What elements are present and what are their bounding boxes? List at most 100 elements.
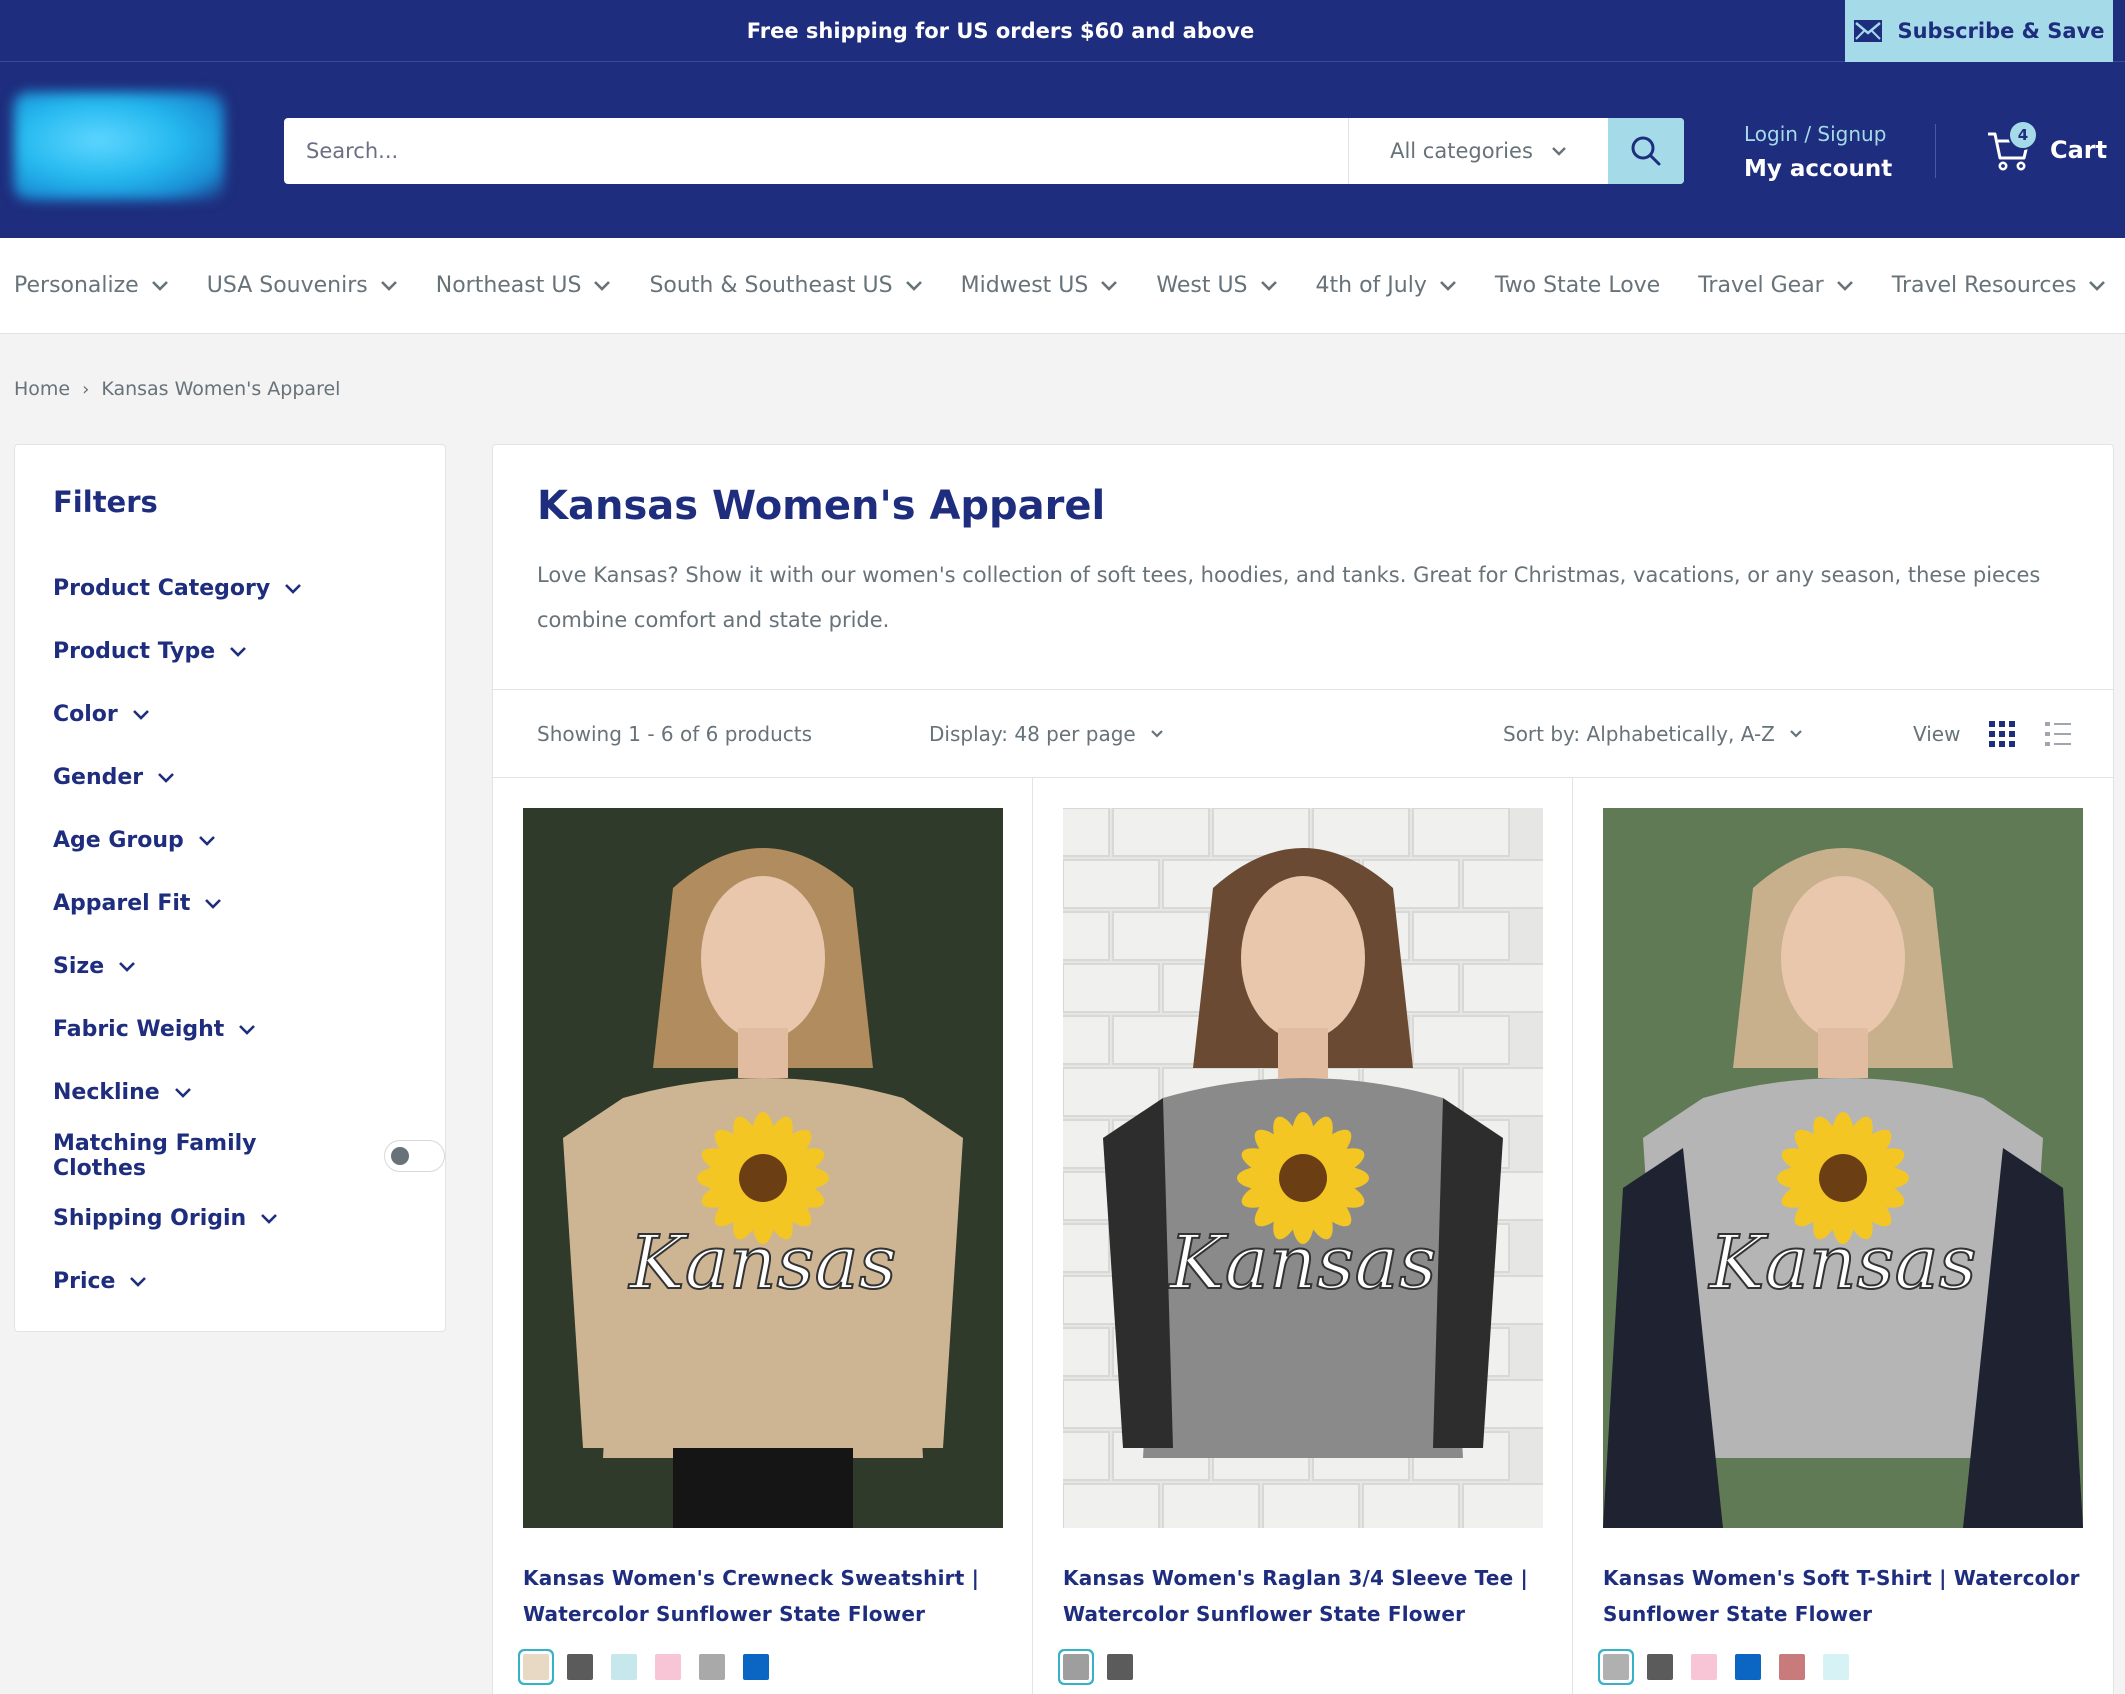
- filter-shipping-origin[interactable]: Shipping Origin: [53, 1187, 445, 1250]
- filter-list: Product Category Product Type Color Gender A…: [53, 557, 445, 1313]
- color-swatch[interactable]: [1735, 1654, 1761, 1680]
- filter-label: Neckline: [53, 1080, 160, 1105]
- announcement-bar: Free shipping for US orders $60 and abov…: [0, 0, 2125, 62]
- filter-label: Product Type: [53, 639, 216, 664]
- search-input[interactable]: [284, 118, 1348, 184]
- product-title[interactable]: Kansas Women's Soft T-Shirt | Watercolor…: [1603, 1560, 2083, 1632]
- color-swatch[interactable]: [611, 1654, 637, 1680]
- product-photo-1: Kansas: [1063, 808, 1543, 1528]
- breadcrumb-current: Kansas Women's Apparel: [101, 378, 341, 400]
- my-account-link[interactable]: My account: [1744, 156, 1892, 182]
- filter-price[interactable]: Price: [53, 1250, 445, 1313]
- color-swatch[interactable]: [1779, 1654, 1805, 1680]
- chevron-down-icon: [380, 280, 397, 291]
- nav-item-travel-gear[interactable]: Travel Gear: [1698, 273, 1854, 298]
- nav-item-personalize[interactable]: Personalize: [14, 273, 169, 298]
- grid-view-icon[interactable]: [1988, 720, 2016, 748]
- product-photo-0: Kansas: [523, 808, 1003, 1528]
- chevron-down-icon: [1150, 729, 1163, 738]
- account-link[interactable]: Login / Signup My account: [1744, 118, 1892, 182]
- product-title[interactable]: Kansas Women's Raglan 3/4 Sleeve Tee | W…: [1063, 1560, 1542, 1632]
- color-swatch[interactable]: [523, 1654, 549, 1680]
- product-title[interactable]: Kansas Women's Crewneck Sweatshirt | Wat…: [523, 1560, 1002, 1632]
- list-view-icon[interactable]: [2044, 720, 2072, 748]
- store-logo[interactable]: [14, 92, 224, 200]
- color-swatch[interactable]: [1691, 1654, 1717, 1680]
- nav-item-label: West US: [1156, 273, 1248, 298]
- product-card[interactable]: Kansas Kansas Women's Soft T-Shirt | Wat…: [1573, 778, 2113, 1694]
- nav-item-4th-of-july[interactable]: 4th of July: [1316, 273, 1457, 298]
- matching-family-toggle[interactable]: [384, 1139, 445, 1172]
- filter-size[interactable]: Size: [53, 935, 445, 998]
- search-bar: All categories: [284, 118, 1684, 184]
- nav-item-label: Northeast US: [435, 273, 582, 298]
- color-swatch[interactable]: [567, 1654, 593, 1680]
- color-swatches: [1063, 1654, 1542, 1680]
- product-image[interactable]: Kansas: [523, 808, 1003, 1528]
- chevron-down-icon: [1552, 146, 1566, 156]
- product-card[interactable]: Kansas Kansas Women's Raglan 3/4 Sleeve …: [1033, 778, 1573, 1694]
- filter-product-type[interactable]: Product Type: [53, 620, 445, 683]
- nav-item-label: Travel Resources: [1891, 273, 2077, 298]
- cart-button[interactable]: 4 Cart: [1986, 120, 2107, 172]
- color-swatches: [1603, 1654, 2083, 1680]
- color-swatch[interactable]: [1063, 1654, 1089, 1680]
- chevron-down-icon: [230, 646, 247, 657]
- filter-matching-family-clothes[interactable]: Matching Family Clothes: [53, 1124, 445, 1187]
- chevron-down-icon: [132, 709, 149, 720]
- chevron-down-icon: [1101, 280, 1118, 291]
- breadcrumb-separator: ›: [82, 378, 90, 400]
- filter-age-group[interactable]: Age Group: [53, 809, 445, 872]
- nav-item-label: Two State Love: [1494, 273, 1661, 298]
- nav-item-usa-souvenirs[interactable]: USA Souvenirs: [207, 273, 398, 298]
- filter-color[interactable]: Color: [53, 683, 445, 746]
- chevron-down-icon: [2089, 280, 2106, 291]
- chevron-down-icon: [594, 280, 611, 291]
- nav-item-two-state-love[interactable]: Two State Love: [1495, 273, 1660, 298]
- product-image[interactable]: Kansas: [1063, 808, 1543, 1528]
- filter-neckline[interactable]: Neckline: [53, 1061, 445, 1124]
- per-page-select[interactable]: Display: 48 per page: [929, 722, 1164, 746]
- color-swatch[interactable]: [743, 1654, 769, 1680]
- nav-item-west-us[interactable]: West US: [1156, 273, 1277, 298]
- filter-product-category[interactable]: Product Category: [53, 557, 445, 620]
- filter-label: Price: [53, 1269, 116, 1294]
- subscribe-button[interactable]: Subscribe & Save: [1845, 0, 2113, 62]
- filter-fabric-weight[interactable]: Fabric Weight: [53, 998, 445, 1061]
- color-swatch[interactable]: [1823, 1654, 1849, 1680]
- site-header: All categories Login / Signup My account…: [0, 62, 2125, 238]
- product-image[interactable]: Kansas: [1603, 808, 2083, 1528]
- nav-item-midwest-us[interactable]: Midwest US: [961, 273, 1119, 298]
- color-swatch[interactable]: [655, 1654, 681, 1680]
- product-grid: Kansas Kansas Women's Crewneck Sweatshir…: [493, 778, 2113, 1694]
- nav-item-label: Midwest US: [960, 273, 1089, 298]
- filter-label: Fabric Weight: [53, 1017, 225, 1042]
- filter-label: Product Category: [53, 576, 271, 601]
- category-select[interactable]: All categories: [1348, 118, 1608, 184]
- chevron-down-icon: [1439, 280, 1456, 291]
- breadcrumb-home[interactable]: Home: [14, 378, 70, 400]
- color-swatch[interactable]: [1603, 1654, 1629, 1680]
- nav-item-travel-resources[interactable]: Travel Resources: [1892, 273, 2107, 298]
- search-button[interactable]: [1608, 118, 1684, 184]
- nav-item-south-southeast-us[interactable]: South & Southeast US: [649, 273, 922, 298]
- sort-label: Sort by: Alphabetically, A-Z: [1503, 721, 1775, 746]
- filter-apparel-fit[interactable]: Apparel Fit: [53, 872, 445, 935]
- sort-select[interactable]: Sort by: Alphabetically, A-Z: [1503, 722, 1803, 746]
- chevron-down-icon: [119, 961, 136, 972]
- product-card[interactable]: Kansas Kansas Women's Crewneck Sweatshir…: [493, 778, 1033, 1694]
- nav-item-northeast-us[interactable]: Northeast US: [436, 273, 612, 298]
- login-signup-link[interactable]: Login / Signup: [1744, 122, 1892, 146]
- filter-label: Shipping Origin: [53, 1206, 247, 1231]
- filter-label: Size: [53, 954, 105, 979]
- chevron-down-icon: [1836, 280, 1853, 291]
- chevron-down-icon: [174, 1087, 191, 1098]
- color-swatch[interactable]: [1107, 1654, 1133, 1680]
- nav-item-label: 4th of July: [1315, 273, 1427, 298]
- product-print-text: Kansas: [627, 1220, 896, 1306]
- cart-count-badge: 4: [2008, 120, 2038, 150]
- filter-gender[interactable]: Gender: [53, 746, 445, 809]
- nav-item-label: South & Southeast US: [649, 273, 893, 298]
- color-swatch[interactable]: [699, 1654, 725, 1680]
- color-swatch[interactable]: [1647, 1654, 1673, 1680]
